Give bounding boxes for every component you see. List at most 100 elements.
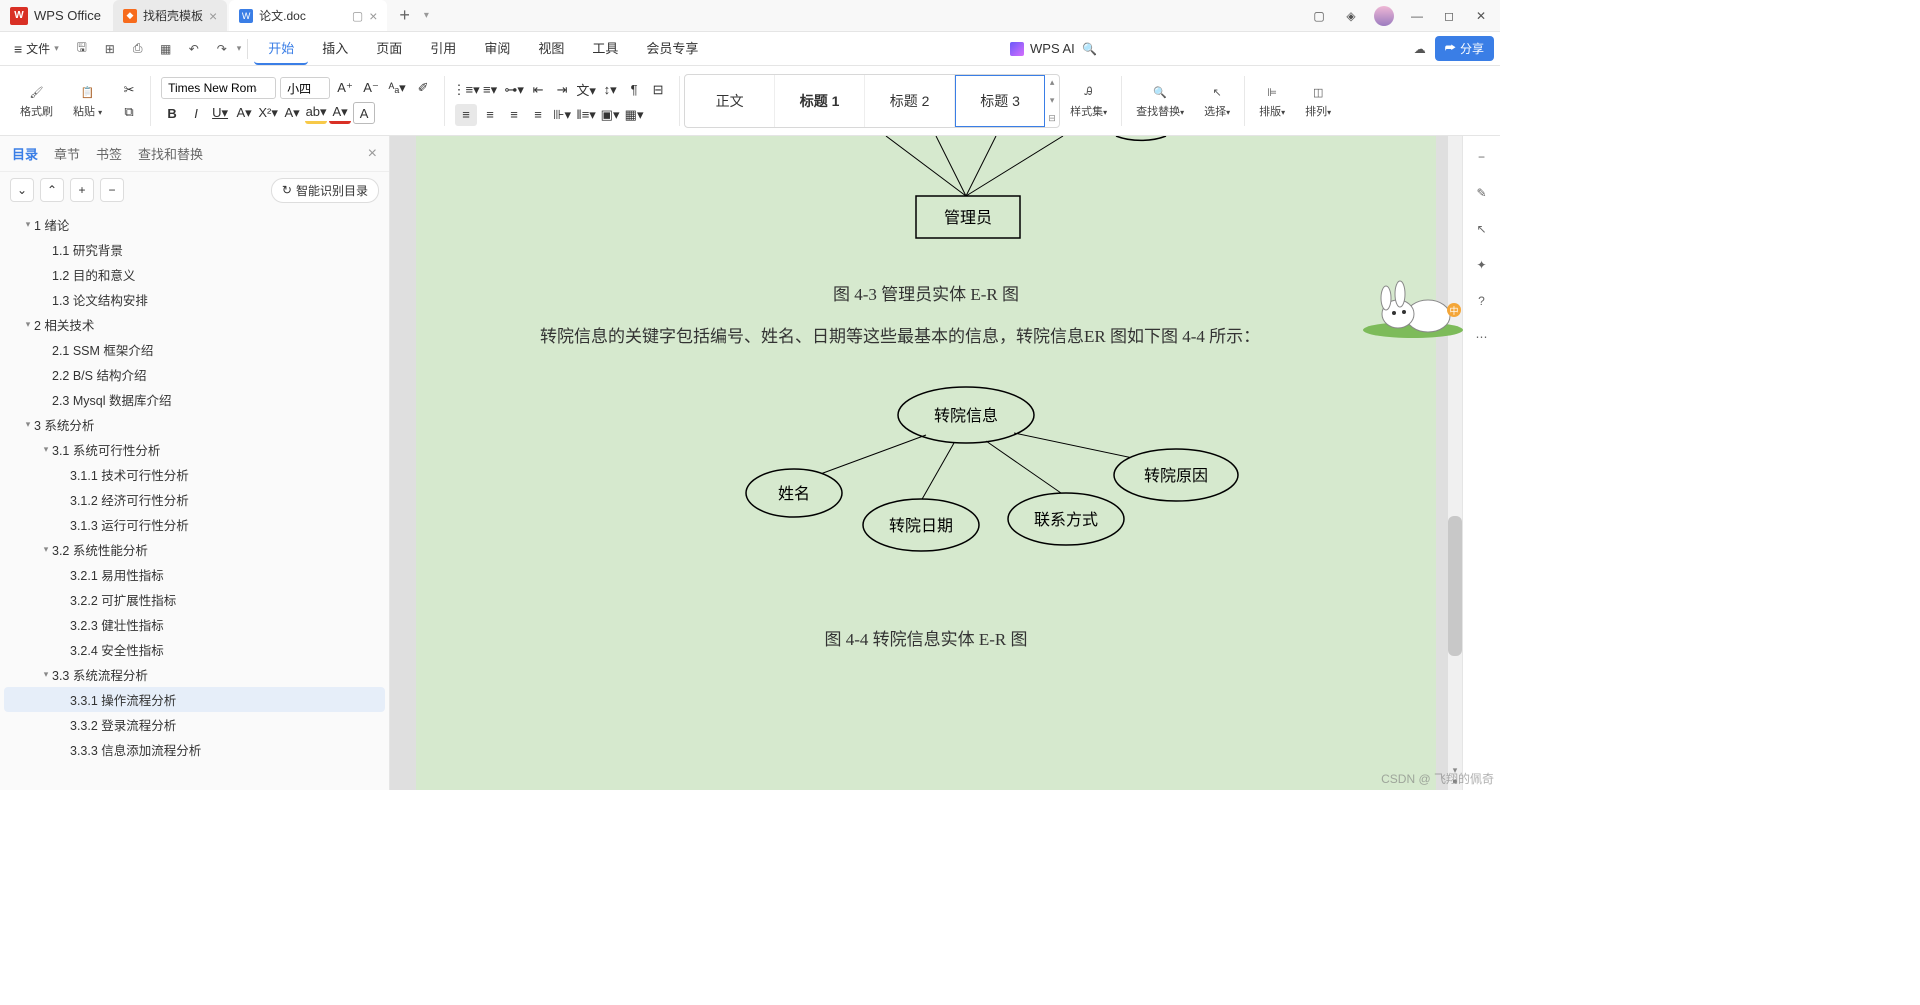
increase-font-icon[interactable]: A⁺ bbox=[334, 77, 356, 99]
styles-set-button[interactable]: Ꭿ 样式集▾ bbox=[1066, 80, 1111, 121]
redo-icon[interactable]: ↷ bbox=[209, 36, 235, 62]
case-icon[interactable]: ᴬₐ▾ bbox=[386, 77, 408, 99]
sidebar-tab-outline[interactable]: 目录 bbox=[12, 144, 38, 163]
scrollbar[interactable]: ▾● bbox=[1448, 136, 1462, 790]
sidebar-close-icon[interactable]: × bbox=[368, 145, 377, 163]
help-icon[interactable]: ? bbox=[1471, 290, 1493, 312]
menu-tab-工具[interactable]: 工具 bbox=[578, 32, 632, 65]
multilevel-icon[interactable]: ⊶▾ bbox=[503, 79, 525, 101]
outline-item[interactable]: 3.1.3 运行可行性分析 bbox=[4, 512, 385, 537]
outline-item[interactable]: 3.2.4 安全性指标 bbox=[4, 637, 385, 662]
outline-item[interactable]: 1.3 论文结构安排 bbox=[4, 287, 385, 312]
outline-item[interactable]: 3.3.2 登录流程分析 bbox=[4, 712, 385, 737]
shading-icon[interactable]: ▣▾ bbox=[599, 104, 621, 126]
outline-item[interactable]: 3.2.2 可扩展性指标 bbox=[4, 587, 385, 612]
menu-tab-会员专享[interactable]: 会员专享 bbox=[632, 32, 712, 65]
styles-more-icon[interactable]: ⊟ bbox=[1045, 110, 1059, 128]
remove-button[interactable]: − bbox=[100, 178, 124, 202]
minimize-icon[interactable]: — bbox=[1408, 7, 1426, 25]
outline-item[interactable]: 2.1 SSM 框架介绍 bbox=[4, 337, 385, 362]
superscript-button[interactable]: X²▾ bbox=[257, 102, 279, 124]
tab-template[interactable]: ◆ 找稻壳模板 × bbox=[113, 0, 227, 31]
bullets-icon[interactable]: ⋮≡▾ bbox=[455, 79, 477, 101]
style-heading2[interactable]: 标题 2 bbox=[865, 75, 955, 127]
highlight-button[interactable]: ab▾ bbox=[305, 102, 327, 124]
style-body[interactable]: 正文 bbox=[685, 75, 775, 127]
copy-icon[interactable]: ⧉ bbox=[118, 101, 140, 123]
tab-document[interactable]: W 论文.doc ▢ × bbox=[229, 0, 387, 31]
underline-button[interactable]: U▾ bbox=[209, 102, 231, 124]
text-effect-button[interactable]: A▾ bbox=[281, 102, 303, 124]
indent-left-icon[interactable]: ⇤ bbox=[527, 79, 549, 101]
outline-item[interactable]: ▾3 系统分析 bbox=[4, 412, 385, 437]
indent-right-icon[interactable]: ⇥ bbox=[551, 79, 573, 101]
align-left-icon[interactable]: ≡ bbox=[455, 104, 477, 126]
document-area[interactable]: 管理员 图 4-3 管理员实体 E-R 图 转院信息的关键字包括编号、姓名、日期… bbox=[390, 136, 1462, 790]
numbering-icon[interactable]: ≡▾ bbox=[479, 79, 501, 101]
select-button[interactable]: ↖ 选择▾ bbox=[1200, 80, 1234, 121]
share-button[interactable]: ⮫ 分享 bbox=[1435, 36, 1494, 61]
cube-icon[interactable]: ▢ bbox=[1310, 7, 1328, 25]
cube3d-icon[interactable]: ◈ bbox=[1342, 7, 1360, 25]
file-menu[interactable]: ≡ 文件 ▾ bbox=[6, 36, 67, 61]
arrange-button[interactable]: ◫ 排列▾ bbox=[1301, 80, 1335, 121]
sort-icon[interactable]: ↕▾ bbox=[599, 79, 621, 101]
close-icon[interactable]: × bbox=[369, 8, 377, 24]
outline-item[interactable]: 3.3.3 信息添加流程分析 bbox=[4, 737, 385, 762]
line-spacing-icon[interactable]: ‖≡▾ bbox=[575, 104, 597, 126]
minus-icon[interactable]: − bbox=[1471, 146, 1493, 168]
sidebar-tab-findreplace[interactable]: 查找和替换 bbox=[138, 144, 203, 163]
close-icon[interactable]: × bbox=[209, 8, 217, 24]
search-icon[interactable]: 🔍 bbox=[1077, 36, 1103, 62]
outline-item[interactable]: 3.1.1 技术可行性分析 bbox=[4, 462, 385, 487]
font-color-button[interactable]: A▾ bbox=[329, 102, 351, 124]
undo-icon[interactable]: ↶ bbox=[181, 36, 207, 62]
print-icon[interactable]: ⎙ bbox=[125, 36, 151, 62]
save-icon[interactable]: 🖫 bbox=[69, 36, 95, 62]
smart-outline-button[interactable]: ↻ 智能识别目录 bbox=[271, 178, 379, 203]
wps-ai-button[interactable]: WPS AI bbox=[1010, 41, 1075, 56]
style-heading1[interactable]: 标题 1 bbox=[775, 75, 865, 127]
new-tab-button[interactable]: + bbox=[389, 5, 420, 26]
font-size-select[interactable] bbox=[280, 77, 330, 99]
add-button[interactable]: + bbox=[70, 178, 94, 202]
styles-down-icon[interactable]: ▾ bbox=[1045, 92, 1059, 110]
collapse-all-button[interactable]: ⌄ bbox=[10, 178, 34, 202]
strikethrough-button[interactable]: A▾ bbox=[233, 102, 255, 124]
menu-tab-视图[interactable]: 视图 bbox=[524, 32, 578, 65]
sidebar-tab-bookmark[interactable]: 书签 bbox=[96, 144, 122, 163]
window-icon[interactable]: ▢ bbox=[352, 9, 363, 23]
outline-item[interactable]: 2.2 B/S 结构介绍 bbox=[4, 362, 385, 387]
styles-up-icon[interactable]: ▴ bbox=[1045, 74, 1059, 92]
menu-tab-页面[interactable]: 页面 bbox=[362, 32, 416, 65]
align-justify-icon[interactable]: ≡ bbox=[527, 104, 549, 126]
preview-icon[interactable]: ▦ bbox=[153, 36, 179, 62]
outline-item[interactable]: ▾2 相关技术 bbox=[4, 312, 385, 337]
paste-button[interactable]: 📋 粘贴 ▾ bbox=[69, 80, 106, 121]
bold-button[interactable]: B bbox=[161, 102, 183, 124]
font-name-select[interactable] bbox=[161, 77, 276, 99]
outline-item[interactable]: 3.2.1 易用性指标 bbox=[4, 562, 385, 587]
expand-button[interactable]: ⌃ bbox=[40, 178, 64, 202]
italic-button[interactable]: I bbox=[185, 102, 207, 124]
outline-item[interactable]: ▾1 绪论 bbox=[4, 212, 385, 237]
outline-item[interactable]: ▾3.1 系统可行性分析 bbox=[4, 437, 385, 462]
more-icon[interactable]: ⋯ bbox=[1471, 326, 1493, 348]
new-icon[interactable]: ⊞ bbox=[97, 36, 123, 62]
outline-item[interactable]: ▾3.2 系统性能分析 bbox=[4, 537, 385, 562]
outline-item[interactable]: 1.2 目的和意义 bbox=[4, 262, 385, 287]
align-center-icon[interactable]: ≡ bbox=[479, 104, 501, 126]
distribute-icon[interactable]: ⊪▾ bbox=[551, 104, 573, 126]
sidebar-tab-chapter[interactable]: 章节 bbox=[54, 144, 80, 163]
phonetic-icon[interactable]: 文▾ bbox=[575, 79, 597, 101]
dropdown-icon[interactable]: ▾ bbox=[424, 10, 429, 21]
maximize-icon[interactable]: ◻ bbox=[1440, 7, 1458, 25]
menu-tab-引用[interactable]: 引用 bbox=[416, 32, 470, 65]
outline-item[interactable]: 3.1.2 经济可行性分析 bbox=[4, 487, 385, 512]
outline-item[interactable]: ▾3.3 系统流程分析 bbox=[4, 662, 385, 687]
cursor-icon[interactable]: ↖ bbox=[1471, 218, 1493, 240]
menu-tab-插入[interactable]: 插入 bbox=[308, 32, 362, 65]
outline-list[interactable]: ▾1 绪论1.1 研究背景1.2 目的和意义1.3 论文结构安排▾2 相关技术2… bbox=[0, 208, 389, 790]
pilcrow-icon[interactable]: ¶ bbox=[623, 79, 645, 101]
decrease-font-icon[interactable]: A⁻ bbox=[360, 77, 382, 99]
